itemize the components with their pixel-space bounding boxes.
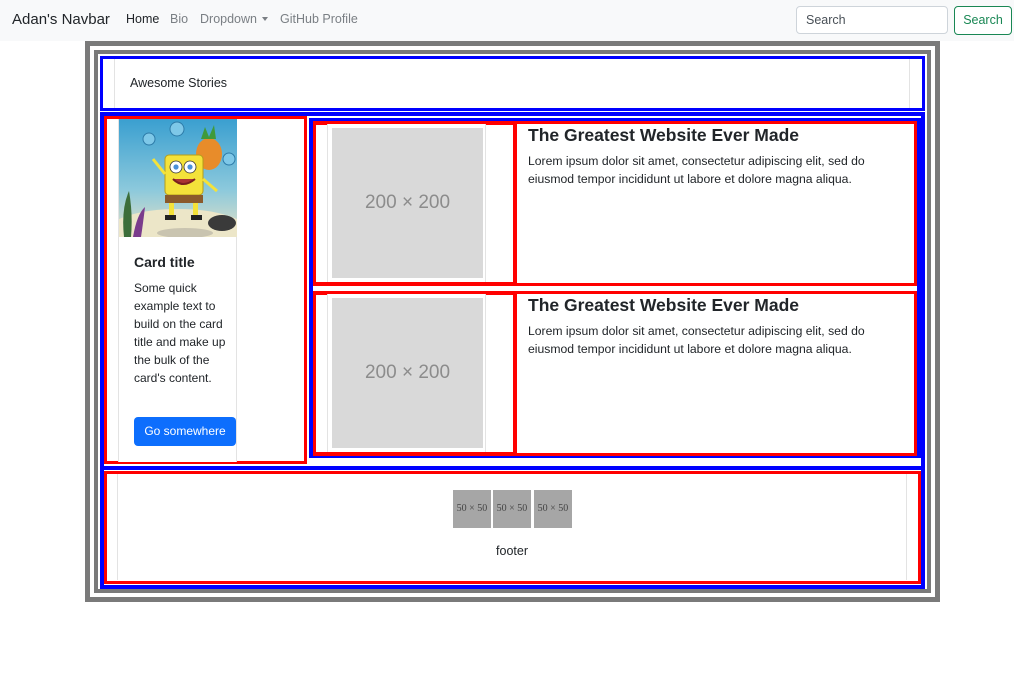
- chevron-down-icon: [261, 17, 268, 21]
- card-image: [119, 119, 237, 237]
- header-title: Awesome Stories: [130, 76, 228, 90]
- footer-thumbnail: 50 × 50: [534, 490, 572, 528]
- navbar-brand[interactable]: Adan's Navbar: [12, 11, 110, 28]
- card-text: Some quick example text to build on the …: [134, 281, 226, 385]
- media-item-2-placeholder: 200 × 200: [332, 298, 483, 448]
- media-item-1-text: Lorem ipsum dolor sit amet, consectetur …: [528, 154, 865, 186]
- nav-link-home[interactable]: Home: [126, 12, 159, 26]
- media-item-1-title: The Greatest Website Ever Made: [528, 125, 800, 145]
- nav-dropdown-label: Dropdown: [200, 12, 257, 26]
- media-item-1-card: 200 × 200: [327, 124, 486, 282]
- search-button[interactable]: Search: [954, 6, 1012, 35]
- header-card: Awesome Stories: [114, 59, 910, 108]
- card-title: Card title: [134, 254, 195, 270]
- navbar: Adan's Navbar Home Bio Dropdown GitHub P…: [0, 0, 1014, 41]
- nav-link-github[interactable]: GitHub Profile: [280, 12, 358, 26]
- footer-card: 50 × 50 50 × 50 50 × 50 footer: [117, 474, 907, 580]
- media-item-1-placeholder: 200 × 200: [332, 128, 483, 278]
- nav-link-dropdown[interactable]: Dropdown: [200, 12, 268, 26]
- search-input[interactable]: [796, 6, 948, 34]
- footer-text: footer: [496, 544, 528, 558]
- footer-thumbnail: 50 × 50: [453, 490, 491, 528]
- go-somewhere-button[interactable]: Go somewhere: [134, 417, 236, 446]
- spongebob-image: [119, 119, 237, 237]
- media-item-2-text: Lorem ipsum dolor sit amet, consectetur …: [528, 324, 865, 356]
- card: Card title Some quick example text to bu…: [118, 119, 237, 462]
- nav-link-bio[interactable]: Bio: [170, 12, 188, 26]
- media-item-2-title: The Greatest Website Ever Made: [528, 295, 800, 315]
- footer-thumbnail: 50 × 50: [493, 490, 531, 528]
- media-item-2-card: 200 × 200: [327, 294, 486, 452]
